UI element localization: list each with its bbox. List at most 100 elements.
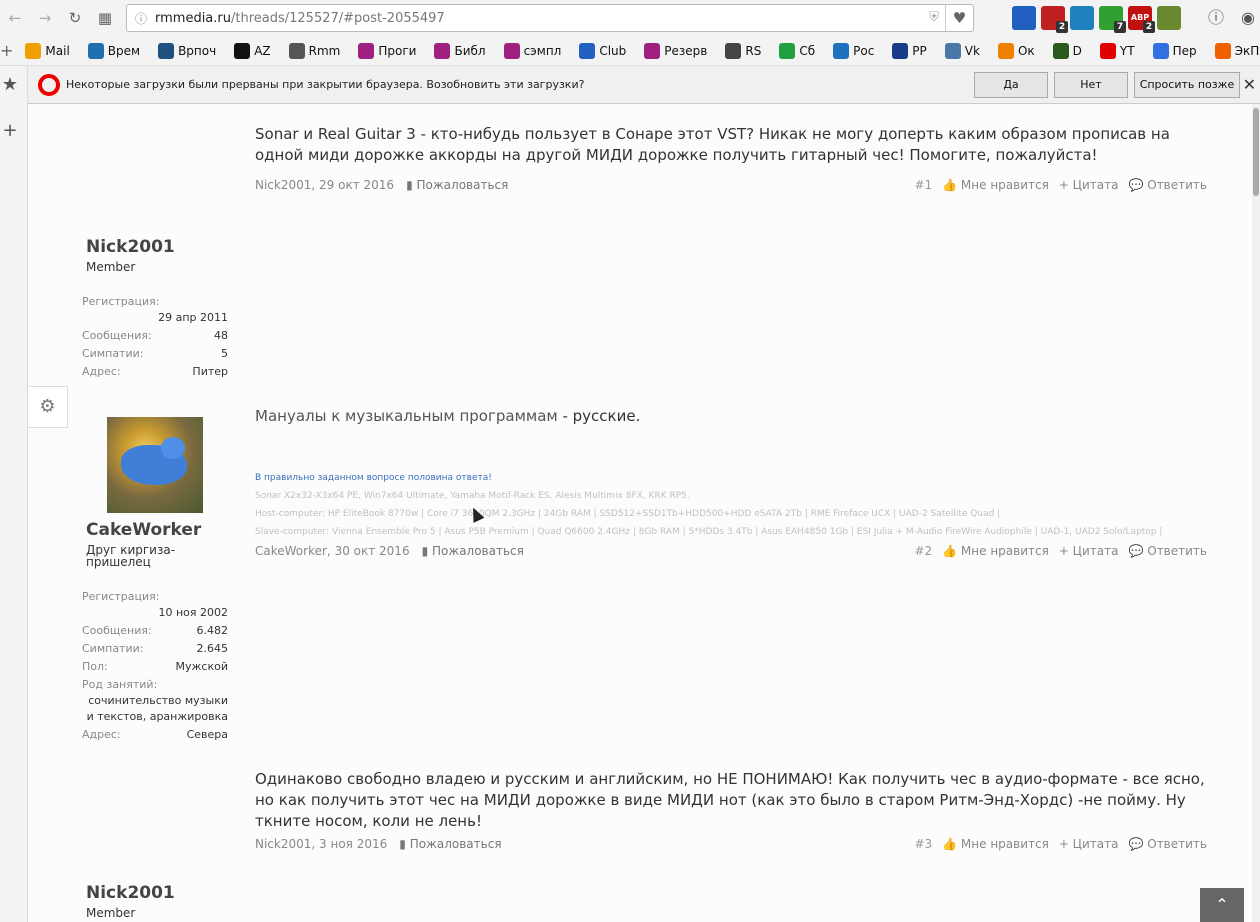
- bookmark-item[interactable]: Рос: [833, 42, 874, 59]
- heart-bookmark-icon[interactable]: ♥: [945, 5, 973, 31]
- bookmark-item[interactable]: Пер: [1152, 42, 1197, 59]
- quote-link[interactable]: + Цитата: [1059, 178, 1119, 192]
- forward-icon[interactable]: →: [30, 3, 60, 33]
- post-number[interactable]: #2: [914, 544, 932, 558]
- adblock-icon[interactable]: ABP 2: [1128, 6, 1155, 33]
- flower-icon: [434, 42, 451, 59]
- ok-icon: [997, 42, 1014, 59]
- speed-dial-icon[interactable]: ▦: [90, 3, 120, 33]
- reply-link[interactable]: 💬 Ответить: [1128, 837, 1207, 851]
- post-number[interactable]: #3: [914, 837, 932, 851]
- site-info-icon[interactable]: ⓘ: [127, 10, 155, 27]
- downloads-icon[interactable]: ⓘ: [1204, 6, 1228, 30]
- report-link[interactable]: ▮ Пожаловаться: [422, 544, 524, 558]
- bookmark-item[interactable]: Проги: [358, 42, 417, 59]
- post-date[interactable]: 29 окт 2016: [319, 178, 394, 192]
- stat-label: Род занятий:: [82, 678, 158, 691]
- mail-ext-icon[interactable]: 2: [1041, 6, 1068, 33]
- back-icon[interactable]: ←: [0, 3, 30, 33]
- bookmark-label: Резерв: [664, 43, 708, 58]
- bookmark-label: Проги: [378, 43, 417, 58]
- bookmark-item[interactable]: RS: [725, 42, 761, 59]
- like-link[interactable]: 👍 Мне нравится: [942, 178, 1049, 192]
- avatar[interactable]: [107, 417, 203, 513]
- signature-line: Sonar X2x32-X3x64 PE, Win7x64 Ultimate, …: [255, 491, 690, 501]
- bookmark-item[interactable]: Vk: [944, 42, 980, 59]
- yes-button[interactable]: Да: [974, 72, 1048, 98]
- like-link[interactable]: 👍 Мне нравится: [942, 837, 1049, 851]
- shield-icon[interactable]: ⛨: [929, 10, 939, 25]
- username[interactable]: CakeWorker: [86, 520, 201, 540]
- bookmark-label: сэмпл: [523, 43, 562, 58]
- bookmark-label: Ок: [1017, 43, 1035, 58]
- bookmark-item[interactable]: YT: [1099, 42, 1135, 59]
- post-actions: #1 👍 Мне нравится + Цитата 💬 Ответить: [914, 178, 1207, 192]
- bookmark-item[interactable]: Врем: [87, 42, 140, 59]
- report-link[interactable]: ▮ Пожаловаться: [399, 837, 501, 851]
- scrollbar-thumb[interactable]: [1253, 108, 1259, 196]
- bookmark-list: Mail Врем Врпоч AZ Rmm Проги Библ сэмпл Club Резе…: [7, 42, 1260, 59]
- bookmark-item[interactable]: Резерв: [644, 42, 708, 59]
- bookmark-label: PP: [912, 43, 927, 58]
- stat-value: сочинительство музыки и текстов, аранжир…: [86, 694, 228, 723]
- bookmark-item[interactable]: Ок: [997, 42, 1035, 59]
- reply-link[interactable]: 💬 Ответить: [1128, 544, 1207, 558]
- manuals-link[interactable]: Мануалы к музыкальным программам: [255, 407, 558, 425]
- bookmark-item[interactable]: Rmm: [288, 42, 341, 59]
- star-icon[interactable]: ★: [0, 74, 20, 95]
- quote-link[interactable]: + Цитата: [1059, 544, 1119, 558]
- download-ext-icon[interactable]: 7: [1099, 6, 1126, 33]
- signature-quote[interactable]: В правильно заданном вопросе половина от…: [255, 473, 492, 483]
- extension-badge: 2: [1056, 21, 1068, 33]
- post-number[interactable]: #1: [914, 178, 932, 192]
- stat-value: Мужской: [175, 660, 228, 673]
- bookmark-item[interactable]: сэмпл: [503, 42, 562, 59]
- stat-value[interactable]: 48: [82, 328, 228, 344]
- download-notification-bar: Некоторые загрузки были прерваны при зак…: [28, 66, 1260, 104]
- menu-icon[interactable]: ◉: [1236, 6, 1260, 30]
- post-author-link[interactable]: Nick2001: [255, 837, 311, 851]
- sidebar-add-icon[interactable]: +: [0, 120, 20, 141]
- bookmark-item[interactable]: ЭкП: [1214, 42, 1259, 59]
- address-bar[interactable]: ⓘ rmmedia.ru/threads/125527/#post-205549…: [126, 4, 974, 32]
- bookmark-item[interactable]: Mail: [25, 42, 70, 59]
- bookmark-item[interactable]: PP: [892, 42, 927, 59]
- close-icon[interactable]: ✕: [1243, 75, 1256, 94]
- post-author-link[interactable]: CakeWorker: [255, 544, 327, 558]
- style-chooser-gear-icon[interactable]: ⚙: [28, 386, 68, 428]
- page-scrollbar[interactable]: [1252, 104, 1260, 922]
- like-link[interactable]: 👍 Мне нравится: [942, 544, 1049, 558]
- bookmark-label: Rmm: [308, 43, 341, 58]
- scroll-to-top-icon[interactable]: ⌃: [1200, 888, 1244, 922]
- d-icon: [1052, 42, 1069, 59]
- s-ext-icon[interactable]: [1070, 6, 1094, 30]
- stat-value: 29 апр 2011: [158, 311, 228, 324]
- post-date[interactable]: 3 ноя 2016: [319, 837, 387, 851]
- bookmark-item[interactable]: Club: [579, 42, 626, 59]
- quote-link[interactable]: + Цитата: [1059, 837, 1119, 851]
- bookmark-item[interactable]: Библ: [434, 42, 486, 59]
- report-link[interactable]: ▮ Пожаловаться: [406, 178, 508, 192]
- color-ext-icon[interactable]: [1157, 6, 1181, 30]
- post-author-link[interactable]: Nick2001: [255, 178, 311, 192]
- post-3-meta: Nick2001, 3 ноя 2016 ▮ Пожаловаться #3 👍…: [255, 837, 1207, 851]
- bookmark-label: Mail: [45, 43, 70, 58]
- stat-value[interactable]: Питер: [82, 364, 228, 380]
- stat-value[interactable]: 6.482: [82, 623, 229, 639]
- post-date[interactable]: 30 окт 2016: [335, 544, 410, 558]
- t-icon: [1214, 42, 1231, 59]
- bookmark-item[interactable]: AZ: [234, 42, 271, 59]
- vr-icon: [158, 42, 175, 59]
- bookmark-item[interactable]: D: [1052, 42, 1082, 59]
- sber-icon: [779, 42, 796, 59]
- grid-apps-icon[interactable]: [1012, 6, 1036, 30]
- reload-icon[interactable]: ↻: [60, 3, 90, 33]
- bookmark-item[interactable]: Врпоч: [158, 42, 216, 59]
- username[interactable]: Nick2001: [86, 237, 175, 257]
- no-button[interactable]: Нет: [1054, 72, 1128, 98]
- username[interactable]: Nick2001: [86, 883, 175, 903]
- stat-value[interactable]: Севера: [82, 727, 228, 743]
- bookmark-item[interactable]: Сб: [779, 42, 815, 59]
- reply-link[interactable]: 💬 Ответить: [1128, 178, 1207, 192]
- ask-later-button[interactable]: Спросить позже: [1134, 72, 1240, 98]
